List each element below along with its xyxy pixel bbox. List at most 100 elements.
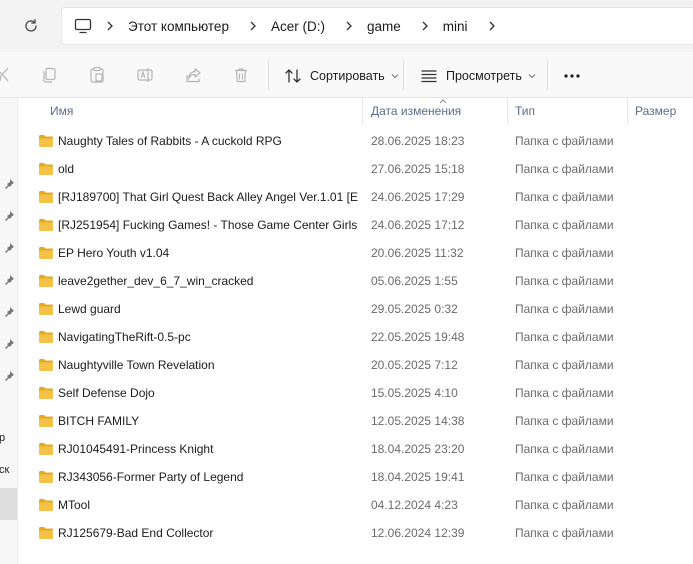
column-divider[interactable] [362,98,363,124]
column-divider[interactable] [507,98,508,124]
file-row[interactable]: leave2gether_dev_6_7_win_cracked 05.06.20… [18,267,693,295]
file-type: Папка с файлами [515,470,614,484]
file-type: Папка с файлами [515,274,614,288]
file-name[interactable]: Self Defense Dojo [58,379,358,407]
file-row[interactable]: [RJ251954] Fucking Games! - Those Game C… [18,211,693,239]
address-field[interactable]: Этот компьютер Acer (D:) game mini [61,7,693,45]
file-row[interactable]: NavigatingTheRift-0.5-pc 22.05.2025 19:48… [18,323,693,351]
file-row[interactable]: old 27.06.2025 15:18 Папка с файлами [18,155,693,183]
file-name[interactable]: [RJ189700] That Girl Quest Back Alley An… [58,183,358,211]
address-bar-region: Этот компьютер Acer (D:) game mini [0,0,693,52]
file-name[interactable]: RJ01045491-Princess Knight [58,435,358,463]
share-icon[interactable] [184,65,204,85]
refresh-icon [25,19,37,32]
file-date-modified: 20.06.2025 11:32 [371,246,464,260]
view-label: Просмотреть [446,69,522,83]
chevron-right-icon[interactable] [411,21,439,31]
file-row[interactable]: Lewd guard 29.05.2025 0:32 Папка с файлами [18,295,693,323]
file-name[interactable]: [RJ251954] Fucking Games! - Those Game C… [58,211,358,239]
file-name[interactable]: old [58,155,358,183]
folder-icon [39,135,53,147]
column-type[interactable]: Тип [515,98,535,124]
folder-icon [39,387,53,399]
chevron-right-icon[interactable] [335,21,363,31]
breadcrumb-mini[interactable]: mini [443,19,468,34]
file-date-modified: 29.05.2025 0:32 [371,302,458,316]
file-date-modified: 28.06.2025 18:23 [371,134,465,148]
delete-icon[interactable] [231,65,251,85]
sort-label: Сортировать [310,69,385,83]
sort-icon [285,69,301,83]
file-name[interactable]: leave2gether_dev_6_7_win_cracked [58,267,358,295]
toolbar-divider [268,60,269,90]
view-button[interactable]: Просмотреть [420,64,536,88]
column-size[interactable]: Размер [635,98,676,124]
file-type: Папка с файлами [515,526,614,540]
file-date-modified: 20.05.2025 7:12 [371,358,458,372]
file-type: Папка с файлами [515,358,614,372]
file-name[interactable]: BITCH FAMILY [58,407,358,435]
file-name[interactable]: MTool [58,491,358,519]
file-type: Папка с файлами [515,442,614,456]
more-options-button[interactable] [563,64,581,88]
column-divider[interactable] [627,98,628,124]
file-row[interactable]: RJ125679-Bad End Collector 12.06.2024 12:… [18,519,693,547]
pin-icon [5,339,14,349]
pin-icon [5,275,14,285]
column-date-modified[interactable]: Дата изменения [371,98,461,124]
file-name[interactable]: Lewd guard [58,295,358,323]
file-name[interactable]: EP Hero Youth v1.04 [58,239,358,267]
file-date-modified: 12.05.2025 14:38 [371,414,465,428]
file-type: Папка с файлами [515,330,614,344]
sort-button[interactable]: Сортировать [284,64,399,88]
breadcrumb-drive[interactable]: Acer (D:) [271,19,325,34]
refresh-button[interactable] [18,14,44,38]
rename-icon[interactable] [135,65,155,85]
file-name[interactable]: NavigatingTheRift-0.5-pc [58,323,358,351]
chevron-right-icon[interactable] [96,21,124,31]
pin-icon [5,243,14,253]
folder-icon [39,303,53,315]
file-type: Папка с файлами [515,134,614,148]
file-name[interactable]: RJ343056-Former Party of Legend [58,463,358,491]
file-row[interactable]: RJ01045491-Princess Knight 18.04.2025 23:… [18,435,693,463]
file-date-modified: 27.06.2025 15:18 [371,162,465,176]
file-row[interactable]: Naughty Tales of Rabbits - A cuckold RPG… [18,127,693,155]
this-pc-icon[interactable] [74,18,92,34]
file-type: Папка с файлами [515,246,614,260]
nav-item-label[interactable]: р [0,432,5,444]
nav-item-label[interactable]: ск [0,464,9,476]
copy-icon[interactable] [39,65,59,85]
file-row[interactable]: EP Hero Youth v1.04 20.06.2025 11:32 Папка… [18,239,693,267]
folder-icon [39,499,53,511]
navigation-pane[interactable]: р ск [0,98,18,564]
file-row[interactable]: MTool 04.12.2024 4:23 Папка с файлами [18,491,693,519]
file-row[interactable]: Self Defense Dojo 15.05.2025 4:10 Папка с … [18,379,693,407]
file-name[interactable]: Naughty Tales of Rabbits - A cuckold RPG [58,127,358,155]
breadcrumb-this-pc[interactable]: Этот компьютер [128,19,229,34]
chevron-right-icon[interactable] [239,21,267,31]
file-row[interactable]: RJ343056-Former Party of Legend 18.04.202… [18,463,693,491]
file-row[interactable]: BITCH FAMILY 12.05.2025 14:38 Папка с файл… [18,407,693,435]
column-name[interactable]: Имя [50,98,73,124]
file-row[interactable]: Naughtyville Town Revelation 20.05.2025 7… [18,351,693,379]
chevron-right-icon[interactable] [478,21,506,31]
breadcrumb-game[interactable]: game [367,19,401,34]
file-date-modified: 22.05.2025 19:48 [371,330,465,344]
file-type: Папка с файлами [515,498,614,512]
paste-icon[interactable] [87,65,107,85]
folder-icon [39,359,53,371]
file-type: Папка с файлами [515,414,614,428]
file-name[interactable]: RJ125679-Bad End Collector [58,519,358,547]
cut-icon[interactable] [0,65,12,85]
chevron-down-icon [391,74,399,79]
folder-icon [39,191,53,203]
file-type: Папка с файлами [515,302,614,316]
view-list-icon [421,70,437,83]
folder-icon [39,415,53,427]
nav-item-selected[interactable] [0,488,17,520]
chevron-down-icon [528,74,536,79]
file-row[interactable]: [RJ189700] That Girl Quest Back Alley An… [18,183,693,211]
file-name[interactable]: Naughtyville Town Revelation [58,351,358,379]
column-header: Имя Дата изменения Тип Размер [18,98,693,124]
